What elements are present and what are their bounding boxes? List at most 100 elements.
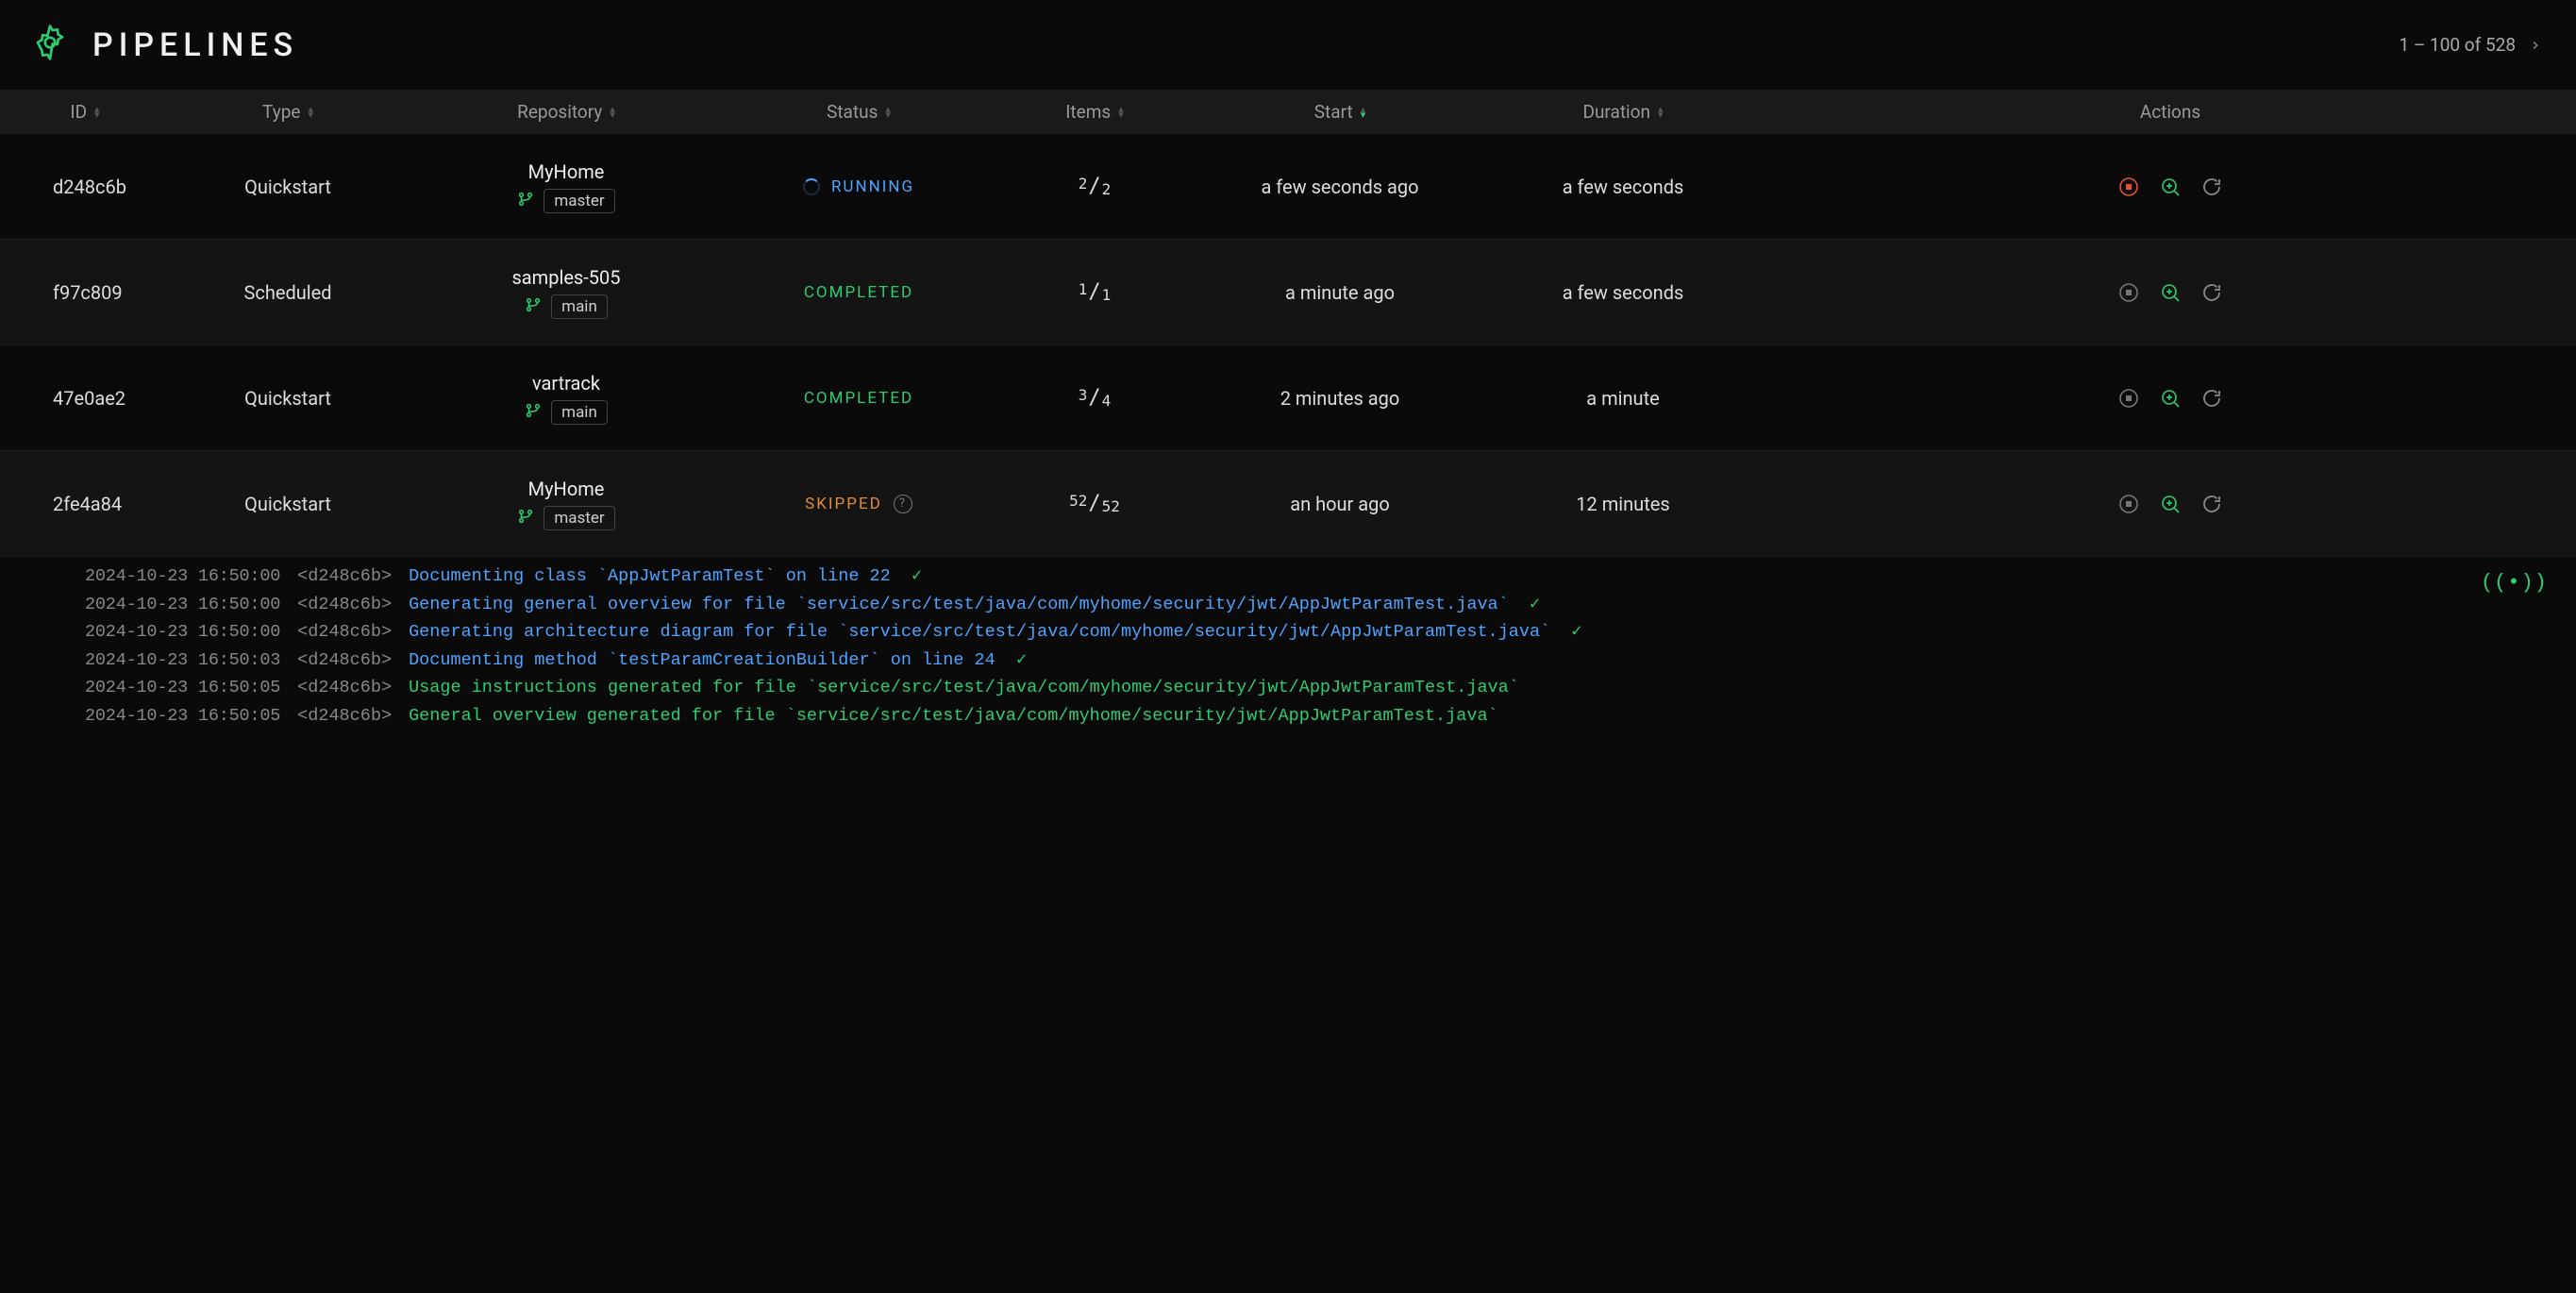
branch-tag: master [544,506,614,530]
stop-button[interactable] [2116,492,2141,516]
table-row[interactable]: f97c809Scheduledsamples-505mainCOMPLETED… [0,240,2576,345]
cell-duration: a minute [1481,387,1765,410]
log-timestamp: 2024-10-23 16:50:00 [85,563,280,591]
cell-status: COMPLETED [727,283,991,302]
cell-start: a minute ago [1198,281,1481,304]
repo-name: vartrack [532,372,600,395]
cell-start: an hour ago [1198,493,1481,515]
log-hash: <d248c6b> [297,646,392,675]
table-row[interactable]: d248c6bQuickstartMyHomemasterRUNNING2/2a… [0,134,2576,240]
retry-button[interactable] [2200,280,2224,305]
status-label: SKIPPED [805,495,882,513]
log-hash: <d248c6b> [297,702,392,730]
cell-items: 1/1 [991,280,1198,304]
pipeline-table: ID Type Repository Status Items Start [0,90,2576,557]
log-hash: <d248c6b> [297,618,392,646]
cell-repository: MyHome master [406,478,727,530]
cell-type: Quickstart [170,493,406,515]
cell-duration: a few seconds [1481,281,1765,304]
col-id[interactable]: ID [0,101,170,123]
sort-icon [1361,107,1366,117]
log-line: 2024-10-23 16:50:03 <d248c6b> Documenting … [85,646,2491,675]
log-message: General overview generated for file `ser… [409,702,1498,730]
pagination-range: 1 – 100 of 528 [2399,34,2516,56]
col-items[interactable]: Items [991,101,1198,123]
help-icon[interactable]: ? [894,495,912,513]
page-title: PIPELINES [92,26,298,64]
log-message: Documenting method `testParamCreationBui… [409,646,1027,675]
cell-actions [1765,280,2576,305]
stop-button[interactable] [2116,280,2141,305]
app-header: PIPELINES 1 – 100 of 528 [0,0,2576,90]
cell-items: 52/52 [991,492,1198,515]
cell-id: f97c809 [0,281,170,304]
table-row[interactable]: 2fe4a84QuickstartMyHomemasterSKIPPED?52/… [0,451,2576,557]
col-start[interactable]: Start [1198,101,1481,123]
git-branch-icon [525,295,542,318]
zoom-in-button[interactable] [2158,386,2183,411]
cell-type: Quickstart [170,387,406,410]
cell-id: 2fe4a84 [0,493,170,515]
log-line: 2024-10-23 16:50:05<d248c6b>Usage instru… [85,674,2491,702]
repo-name: MyHome [528,478,605,500]
cell-actions [1765,175,2576,199]
status-label: COMPLETED [804,389,913,408]
branch-tag: main [551,400,608,425]
branch-tag: main [551,294,608,319]
cell-items: 2/2 [991,175,1198,198]
retry-button[interactable] [2200,492,2224,516]
col-duration[interactable]: Duration [1481,101,1765,123]
log-timestamp: 2024-10-23 16:50:03 [85,646,280,675]
status-label: RUNNING [831,177,914,196]
log-line: 2024-10-23 16:50:00<d248c6b>Generating g… [85,591,2491,619]
sort-icon [94,107,100,117]
log-timestamp: 2024-10-23 16:50:00 [85,618,280,646]
col-status[interactable]: Status [727,101,991,123]
cell-actions [1765,386,2576,411]
retry-button[interactable] [2200,175,2224,199]
cell-start: a few seconds ago [1198,176,1481,198]
check-icon: ✓ [1016,650,1027,670]
cell-status: SKIPPED? [727,495,991,513]
log-line: 2024-10-23 16:50:00<d248c6b>Documenting … [85,563,2491,591]
stop-button[interactable] [2116,175,2141,199]
cell-actions [1765,492,2576,516]
retry-button[interactable] [2200,386,2224,411]
branch-tag: master [544,189,614,213]
cell-id: 47e0ae2 [0,387,170,410]
table-row[interactable]: 47e0ae2Quickstart vartrack main COMPLETED 3/… [0,345,2576,451]
zoom-in-button[interactable] [2158,492,2183,516]
check-icon: ✓ [1571,622,1581,642]
cell-repository: vartrack main [406,372,727,425]
check-icon: ✓ [1530,595,1540,614]
log-line: 2024-10-23 16:50:05 <d248c6b> General over… [85,702,2491,730]
log-timestamp: 2024-10-23 16:50:00 [85,591,280,619]
cell-items: 3/4 [991,386,1198,410]
git-branch-icon [525,401,542,424]
gear-icon [30,23,70,67]
check-icon: ✓ [912,566,922,586]
table-header-row: ID Type Repository Status Items Start [0,90,2576,134]
chevron-right-icon[interactable] [2529,34,2542,57]
col-repository[interactable]: Repository [406,101,727,123]
col-type[interactable]: Type [170,101,406,123]
git-branch-icon [517,190,534,212]
log-timestamp: 2024-10-23 16:50:05 [85,674,280,702]
sort-icon [610,107,615,117]
stop-button[interactable] [2116,386,2141,411]
cell-duration: 12 minutes [1481,493,1765,515]
cell-start: 2 minutes ago [1198,387,1481,410]
zoom-in-button[interactable] [2158,280,2183,305]
log-panel: ((•)) 2024-10-23 16:50:00 <d248c6b> Docume… [0,557,2576,740]
log-timestamp: 2024-10-23 16:50:05 [85,702,280,730]
zoom-in-button[interactable] [2158,175,2183,199]
cell-status: COMPLETED [727,389,991,408]
status-label: COMPLETED [804,283,913,302]
repo-name: MyHome [528,160,605,183]
git-branch-icon [517,507,534,529]
live-indicator-icon[interactable]: ((•)) [2481,566,2548,599]
cell-id: d248c6b [0,176,170,198]
col-actions: Actions [1765,101,2576,123]
cell-status: RUNNING [727,177,991,196]
log-hash: <d248c6b> [297,563,392,591]
